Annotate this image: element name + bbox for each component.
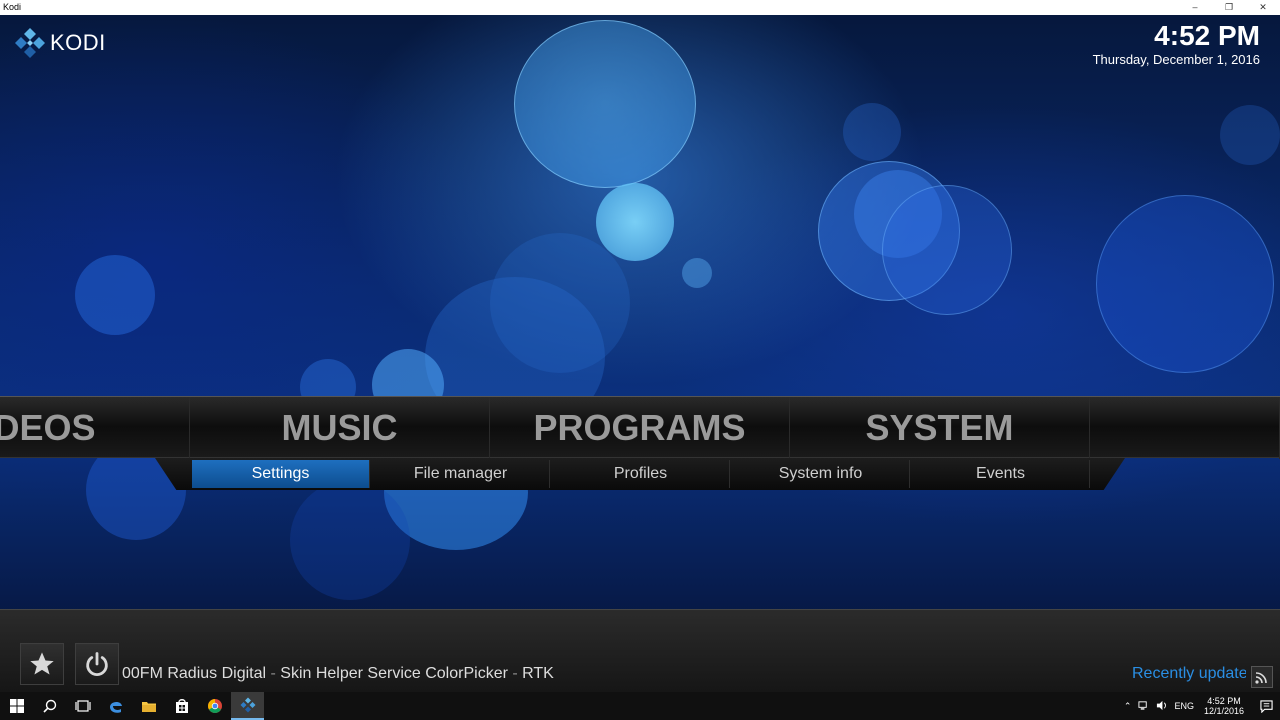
bokeh-circle [882,185,1012,315]
notification-icon [1259,699,1273,713]
language-indicator[interactable]: ENG [1174,701,1194,711]
sub-menu: Settings File manager Profiles System in… [155,458,1125,490]
window-controls: – ❐ ✕ [1178,0,1280,15]
chevron-up-icon[interactable]: ⌃ [1124,701,1132,712]
favourites-button[interactable] [20,643,64,685]
ticker-separator: - [266,665,281,682]
windows-taskbar: ⌃ ENG 4:52 PM 12/1/2016 [0,692,1280,720]
bokeh-circle [1220,105,1280,165]
taskbar-date: 12/1/2016 [1203,706,1244,716]
power-button[interactable] [75,643,119,685]
ticker-item: RTK [522,665,554,682]
taskbar-kodi[interactable] [231,692,264,720]
window-titlebar: Kodi – ❐ ✕ [0,0,1280,15]
minimize-button[interactable]: – [1178,0,1212,15]
main-menu-item-empty [1090,397,1280,459]
start-button[interactable] [0,692,33,720]
rss-icon [1255,672,1267,684]
kodi-icon [240,697,255,713]
main-menu-item-videos[interactable]: IDEOS [0,397,190,459]
kodi-home-screen: KODI 4:52 PM Thursday, December 1, 2016 … [0,15,1280,692]
sub-menu-item-system-info[interactable]: System info [732,460,910,488]
chrome-icon [207,699,222,713]
taskbar-time: 4:52 PM [1207,696,1241,706]
logo-text: KODI [50,30,106,55]
bokeh-circle [290,480,410,600]
bokeh-circle [596,183,674,261]
main-menu-item-system[interactable]: SYSTEM [790,397,1090,459]
clock-time: 4:52 PM [1154,20,1260,51]
ticker-item: 00FM Radius Digital [122,665,267,682]
main-menu: IDEOS MUSIC PROGRAMS SYSTEM [0,396,1280,459]
clock: 4:52 PM Thursday, December 1, 2016 [1093,20,1260,68]
bokeh-circle [1096,195,1274,373]
volume-icon[interactable] [1156,700,1167,713]
sub-menu-item-profiles[interactable]: Profiles [552,460,730,488]
clock-date: Thursday, December 1, 2016 [1092,52,1260,67]
star-icon [30,652,54,675]
bokeh-circle [75,255,155,335]
bottom-panel: 00FM Radius Digital - Skin Helper Servic… [0,609,1280,692]
window-title: Kodi [3,2,22,12]
recently-updated-label[interactable]: Recently updated [1132,665,1246,683]
ticker-item: Skin Helper Service ColorPicker [280,665,508,682]
windows-logo-icon [9,699,24,713]
main-menu-item-programs[interactable]: PROGRAMS [490,397,790,459]
search-button[interactable] [33,692,66,720]
bokeh-circle [514,20,696,188]
ticker-separator: - [507,665,523,682]
close-button[interactable]: ✕ [1246,0,1280,15]
bokeh-circle [682,258,712,288]
taskbar-clock[interactable]: 4:52 PM 12/1/2016 [1204,696,1244,716]
power-icon [86,652,108,676]
store-icon [175,699,188,713]
network-icon[interactable] [1138,700,1149,713]
rss-ticker: 00FM Radius Digital - Skin Helper Servic… [122,665,554,683]
sub-menu-item-settings[interactable]: Settings [192,460,370,488]
sub-menu-item-file-manager[interactable]: File manager [372,460,550,488]
sub-menu-item-events[interactable]: Events [912,460,1090,488]
folder-icon [141,702,156,712]
kodi-logo-icon [15,28,45,58]
task-view-button[interactable] [66,692,99,720]
action-center-button[interactable] [1252,692,1280,720]
main-menu-item-music[interactable]: MUSIC [190,397,490,459]
system-tray: ⌃ ENG 4:52 PM 12/1/2016 [1117,692,1280,720]
taskbar-chrome[interactable] [198,692,231,720]
taskbar-file-explorer[interactable] [132,692,165,720]
kodi-logo: KODI [14,27,106,59]
taskbar-edge[interactable] [99,692,132,720]
rss-button[interactable] [1251,666,1273,688]
bokeh-circle [843,103,901,161]
search-icon [42,699,56,713]
taskbar-store[interactable] [165,692,198,720]
edge-browser-icon [109,701,122,713]
task-view-icon [74,700,91,712]
restore-button[interactable]: ❐ [1212,0,1246,15]
